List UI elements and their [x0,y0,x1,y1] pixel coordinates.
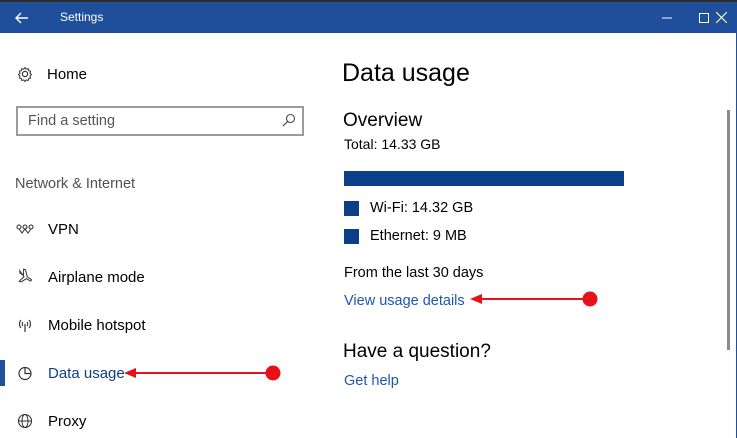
sidebar-item-data-usage[interactable]: Data usage [0,355,320,391]
sidebar-item-vpn[interactable]: VPN [0,211,320,247]
data-usage-icon [16,364,34,382]
view-usage-details-link[interactable]: View usage details [344,293,465,309]
search-icon [282,113,296,132]
minimize-button[interactable] [646,2,688,33]
sidebar-item-label: Home [47,65,88,83]
hotspot-icon [16,316,34,334]
page-title: Data usage [342,59,470,87]
section-label: Network & Internet [15,176,136,192]
total-usage: Total: 14.33 GB [344,136,441,152]
window-title: Settings [60,10,104,24]
sidebar-item-label: Mobile hotspot [48,316,146,334]
usage-bar [344,171,624,186]
gear-icon [16,65,34,83]
search-input[interactable]: Find a setting [16,106,304,136]
sidebar-item-label: Airplane mode [48,268,145,286]
scrollbar[interactable] [727,110,730,350]
back-button[interactable] [0,2,44,33]
search-placeholder: Find a setting [28,113,116,129]
legend-swatch [344,228,359,244]
get-help-link[interactable]: Get help [344,373,399,389]
sidebar-item-label: Proxy [48,412,87,430]
sidebar-item-mobile-hotspot[interactable]: Mobile hotspot [0,307,320,343]
close-icon [715,12,727,23]
title-bar: Settings [0,2,737,33]
question-heading: Have a question? [343,341,491,362]
sidebar-item-airplane-mode[interactable]: Airplane mode [0,259,320,295]
vpn-icon [16,220,34,238]
legend-wifi: Wi-Fi: 14.32 GB [344,200,473,216]
legend-ethernet: Ethernet: 9 MB [344,228,467,244]
period-text: From the last 30 days [344,265,484,281]
globe-icon [16,412,34,430]
back-arrow-icon [15,12,28,23]
close-button[interactable] [700,2,737,33]
sidebar-item-proxy[interactable]: Proxy [0,403,320,438]
sidebar-item-home[interactable]: Home [0,56,320,92]
airplane-icon [16,268,34,286]
sidebar-item-label: Data usage [48,364,125,382]
legend-swatch [344,200,359,216]
legend-label: Wi-Fi: 14.32 GB [370,200,474,216]
legend-label: Ethernet: 9 MB [370,228,467,244]
sidebar-item-label: VPN [48,220,79,238]
overview-heading: Overview [343,110,423,131]
minimize-icon [662,17,672,18]
